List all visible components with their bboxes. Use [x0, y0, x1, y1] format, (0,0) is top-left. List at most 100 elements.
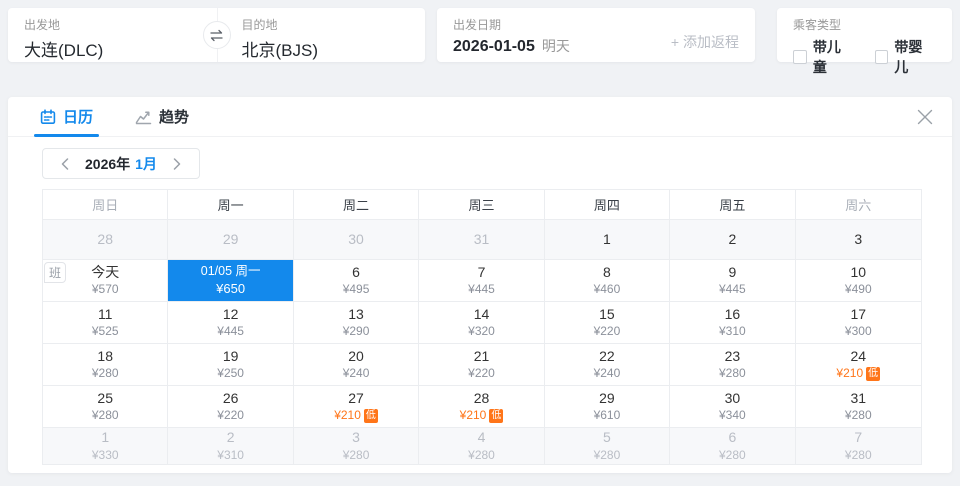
calendar-cell[interactable]: 31 ¥280: [795, 386, 921, 428]
price-label: ¥320: [468, 324, 495, 339]
calendar-cell[interactable]: 3: [795, 220, 921, 260]
next-month-button[interactable]: [169, 154, 185, 174]
depart-date-field[interactable]: 出发日期 2026-01-05 明天: [453, 16, 570, 62]
with-children-option[interactable]: 带儿童: [793, 37, 855, 77]
calendar-cell[interactable]: 26 ¥220: [168, 386, 294, 428]
with-infant-option[interactable]: 带婴儿: [874, 37, 937, 77]
day-label: 6: [728, 429, 737, 446]
price-label: ¥210 低: [334, 408, 378, 423]
from-value[interactable]: 大连(DLC): [24, 36, 192, 61]
calendar-cell[interactable]: 9 ¥445: [670, 260, 796, 302]
price-label: ¥490: [844, 282, 872, 297]
calendar-cell[interactable]: 24 ¥210 低: [795, 344, 921, 386]
day-label: 12: [222, 305, 239, 322]
day-label: 19: [222, 347, 239, 364]
day-label: 26: [222, 389, 239, 406]
calendar-cell[interactable]: 23 ¥280: [670, 344, 796, 386]
calendar-cell[interactable]: 29 ¥610: [544, 386, 671, 428]
price-label: ¥280: [844, 447, 872, 462]
calendar-cell[interactable]: 7 ¥445: [419, 260, 545, 302]
calendar-cell[interactable]: 5 ¥280: [544, 428, 671, 464]
price-label: ¥570: [91, 282, 119, 297]
calendar-cell[interactable]: 13 ¥290: [293, 302, 420, 344]
day-label: 16: [724, 305, 741, 322]
calendar-cell[interactable]: 28 ¥210 低: [419, 386, 545, 428]
calendar-cell[interactable]: 30: [293, 220, 420, 260]
prev-month-button[interactable]: [57, 154, 73, 174]
calendar-cell[interactable]: 19 ¥250: [168, 344, 294, 386]
price-label: ¥280: [91, 366, 119, 381]
price-label: ¥280: [342, 447, 370, 462]
weekday-header: 周五: [670, 190, 796, 220]
day-label: 29: [599, 389, 615, 406]
calendar-cell[interactable]: 6 ¥280: [670, 428, 796, 464]
tab-calendar[interactable]: 日历: [33, 97, 100, 137]
calendar-cell[interactable]: 29: [168, 220, 294, 260]
day-label: 10: [850, 263, 867, 280]
calendar-cell[interactable]: 12 ¥445: [168, 302, 294, 344]
price-calendar: 周日 周一 周二 周三 周四 周五 周六 28 29 30 31 1 2 3 今天 ¥570 01/05 周一…: [42, 189, 922, 465]
calendar-cell[interactable]: 31: [419, 220, 545, 260]
calendar-cell[interactable]: 20 ¥240: [293, 344, 420, 386]
day-label: 28: [97, 230, 113, 247]
calendar-cell[interactable]: 01/05 周一 ¥650: [168, 260, 294, 302]
date-card: 出发日期 2026-01-05 明天 + 添加返程: [437, 8, 755, 62]
calendar-cell[interactable]: 14 ¥320: [419, 302, 545, 344]
calendar-cell[interactable]: 16 ¥310: [670, 302, 796, 344]
calendar-cell[interactable]: 4 ¥280: [419, 428, 545, 464]
calendar-cell[interactable]: 6 ¥495: [293, 260, 420, 302]
day-label: 24: [850, 347, 867, 364]
to-field[interactable]: 目的地 北京(BJS): [208, 8, 426, 62]
calendar-cell[interactable]: 15 ¥220: [544, 302, 671, 344]
calendar-row: 25 ¥280 26 ¥220 27 ¥210 低 28 ¥210 低 29 ¥610 30 ¥340 31…: [43, 386, 921, 428]
calendar-cell[interactable]: 21 ¥220: [419, 344, 545, 386]
month-nav-month: 1月: [135, 155, 157, 172]
day-label: 2: [226, 429, 235, 446]
price-label: ¥310: [217, 447, 244, 462]
calendar-cell[interactable]: 11 ¥525: [43, 302, 169, 344]
calendar-cell[interactable]: 7 ¥280: [795, 428, 921, 464]
price-label: ¥240: [593, 366, 621, 381]
calendar-cell[interactable]: 3 ¥280: [293, 428, 420, 464]
day-label: 30: [724, 389, 741, 406]
price-label: ¥240: [342, 366, 370, 381]
day-label: 28: [473, 389, 490, 406]
to-value[interactable]: 北京(BJS): [242, 36, 410, 61]
tab-trend[interactable]: 趋势: [135, 97, 189, 136]
day-label: 15: [599, 305, 615, 322]
infant-checkbox[interactable]: [874, 50, 889, 64]
calendar-row: 18 ¥280 19 ¥250 20 ¥240 21 ¥220 22 ¥240 23 ¥280 24 ¥2…: [43, 344, 921, 386]
price-label: ¥445: [719, 282, 746, 297]
calendar-cell[interactable]: 28: [43, 220, 169, 260]
calendar-cell[interactable]: 30 ¥340: [670, 386, 796, 428]
day-label: 18: [97, 347, 113, 364]
from-field[interactable]: 出发地 大连(DLC): [8, 8, 208, 62]
day-label: 29: [222, 230, 239, 247]
calendar-cell[interactable]: 17 ¥300: [795, 302, 921, 344]
price-label: ¥290: [342, 324, 370, 339]
calendar-body: 28 29 30 31 1 2 3 今天 ¥570 01/05 周一 ¥650 6 ¥495 7 ¥445 8…: [43, 220, 921, 464]
day-label: 7: [854, 429, 863, 446]
calendar-cell[interactable]: 22 ¥240: [544, 344, 671, 386]
calendar-cell[interactable]: 18 ¥280: [43, 344, 169, 386]
add-return-button[interactable]: + 添加返程: [671, 32, 739, 52]
day-label: 5: [603, 429, 611, 446]
weekday-header: 周三: [419, 190, 545, 220]
calendar-cell[interactable]: 1 ¥330: [43, 428, 169, 464]
calendar-cell[interactable]: 27 ¥210 低: [293, 386, 420, 428]
calendar-cell[interactable]: 2: [670, 220, 796, 260]
price-label: ¥280: [91, 408, 119, 423]
calendar-cell[interactable]: 10 ¥490: [795, 260, 921, 302]
trend-chart-icon: [135, 109, 152, 125]
price-label: ¥300: [844, 324, 872, 339]
depart-date-value[interactable]: 2026-01-05: [453, 38, 535, 56]
infant-label: 带婴儿: [894, 39, 923, 75]
calendar-cell[interactable]: 1: [544, 220, 671, 260]
swap-arrows-icon: [209, 29, 224, 42]
calendar-cell[interactable]: 25 ¥280: [43, 386, 169, 428]
calendar-cell[interactable]: 8 ¥460: [544, 260, 671, 302]
swap-button[interactable]: [202, 21, 231, 49]
children-checkbox[interactable]: [793, 50, 807, 64]
calendar-cell[interactable]: 2 ¥310: [168, 428, 294, 464]
close-icon[interactable]: [916, 108, 934, 126]
